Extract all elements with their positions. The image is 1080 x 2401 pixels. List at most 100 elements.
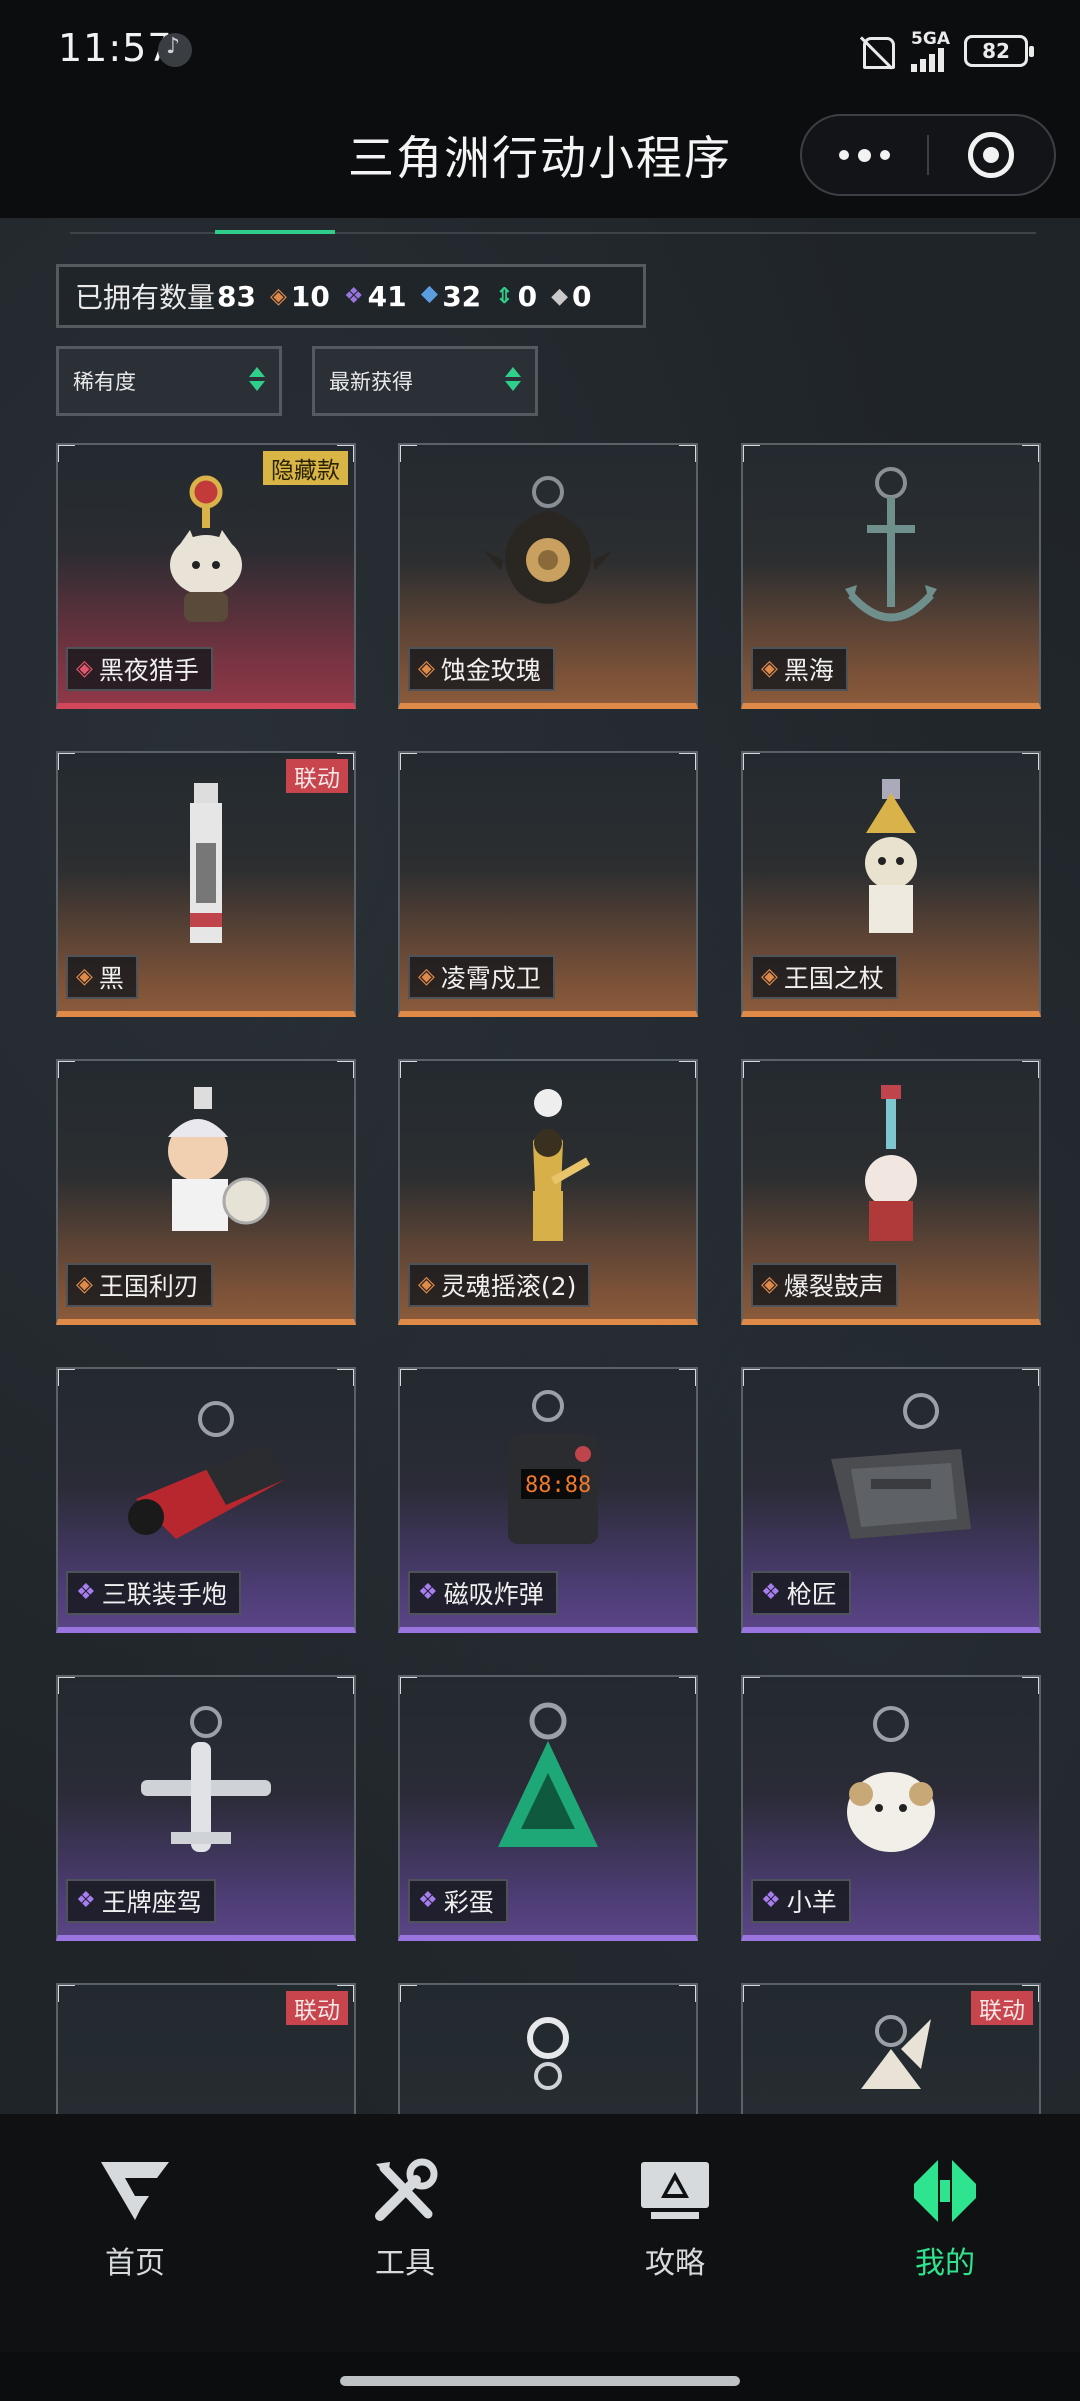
rarity-diamond-icon: ◈ <box>418 1272 435 1297</box>
owned-count: 83 <box>217 279 256 313</box>
mute-icon <box>857 33 897 69</box>
rarity-diamond-icon: ◈ <box>761 964 778 989</box>
sort-filter-label: 最新获得 <box>329 370 413 394</box>
rarity-diamond-icon: ❖ <box>418 1580 438 1605</box>
keychain-image <box>743 455 1039 655</box>
keychain-name: 灵魂摇滚(2) <box>440 1272 577 1301</box>
keychain-name: 黑夜猎手 <box>98 656 199 685</box>
keychain-card[interactable]: ❖ 王牌座驾 <box>56 1675 356 1941</box>
battery-level: 82 <box>982 39 1010 63</box>
battery-icon: 82 <box>964 35 1034 67</box>
keychain-name-label: ◈ 爆裂鼓声 <box>751 1263 898 1307</box>
network-type: 5GA <box>911 29 950 49</box>
gray-diamond-icon: ◆ <box>551 283 568 309</box>
keychain-card[interactable]: ❖ 三联装手炮 <box>56 1367 356 1633</box>
keychain-card[interactable]: ❖ 小羊 <box>741 1675 1041 1941</box>
profile-logo-icon <box>914 2160 976 2222</box>
rarity-diamond-icon: ◈ <box>761 656 778 681</box>
keychain-image <box>58 763 354 963</box>
keychain-name-label: ❖ 彩蛋 <box>408 1879 508 1923</box>
nav-guide-label: 攻略 <box>645 2246 705 2281</box>
keychain-image <box>400 1999 696 2114</box>
keychain-card[interactable]: ◈ 灵魂摇滚(2) <box>398 1059 698 1325</box>
collab-badge: 联动 <box>286 1991 348 2025</box>
status-indicators: 5GA 82 <box>857 30 1034 72</box>
stat-orange: ◈ 10 <box>269 279 330 313</box>
rarity-filter[interactable]: 稀有度 <box>56 346 282 416</box>
signal-icon: 5GA <box>911 30 950 72</box>
keychain-card[interactable]: ◈ 王国利刃 <box>56 1059 356 1325</box>
keychain-name-label: ◈ 蚀金玫瑰 <box>408 647 555 691</box>
collection-page[interactable]: 已拥有数量 83 ◈ 10 ❖ 41 ⯁ 32 ⇕ 0 ◆ 0 稀有度 最新获得 隐藏款 … <box>0 218 1080 2114</box>
keychain-name: 小羊 <box>786 1888 837 1917</box>
keychain-card[interactable] <box>398 1983 698 2114</box>
tab-active-indicator <box>215 230 335 234</box>
status-time: 11:57 <box>58 26 173 70</box>
keychain-name: 王牌座驾 <box>101 1888 202 1917</box>
tools-icon <box>375 2158 438 2221</box>
collab-badge: 联动 <box>286 759 348 793</box>
rarity-diamond-icon: ◈ <box>761 1272 778 1297</box>
target-icon <box>968 132 1015 178</box>
keychain-image <box>400 763 696 963</box>
keychain-card[interactable]: ◈ 爆裂鼓声 <box>741 1059 1041 1325</box>
nav-tools-label: 工具 <box>375 2246 435 2281</box>
nav-tools[interactable]: 工具 <box>305 2158 505 2298</box>
keychain-name-label: ◈ 黑海 <box>751 647 848 691</box>
rarity-diamond-icon: ◈ <box>76 1272 93 1297</box>
keychain-card[interactable]: ❖ 彩蛋 <box>398 1675 698 1941</box>
keychain-card[interactable]: ◈ 蚀金玫瑰 <box>398 443 698 709</box>
keychain-name: 爆裂鼓声 <box>783 1272 884 1301</box>
miniprogram-capsule <box>800 114 1056 196</box>
rarity-diamond-icon: ◈ <box>418 964 435 989</box>
keychain-name-label: ◈ 黑夜猎手 <box>66 647 213 691</box>
keychain-name-label: ❖ 枪匠 <box>751 1571 851 1615</box>
keychain-name: 彩蛋 <box>443 1888 494 1917</box>
keychain-card[interactable]: 联动 ◈ 黑 <box>56 751 356 1017</box>
rarity-diamond-icon: ❖ <box>76 1888 96 1913</box>
keychain-card[interactable]: 联动 <box>56 1983 356 2114</box>
collab-badge: 联动 <box>971 1991 1033 2025</box>
sort-filter[interactable]: 最新获得 <box>312 346 538 416</box>
stat-blue: ⯁ 32 <box>420 279 482 313</box>
keychain-name: 王国利刃 <box>98 1272 199 1301</box>
home-indicator[interactable] <box>340 2376 740 2386</box>
nav-guide[interactable]: 攻略 <box>575 2158 775 2298</box>
keychain-card[interactable]: 联动 <box>741 1983 1041 2114</box>
keychain-card[interactable]: 88:88 ❖ 磁吸炸弹 <box>398 1367 698 1633</box>
blue-diamond-icon: ⯁ <box>420 283 439 309</box>
keychain-card[interactable]: ◈ 凌霄戍卫 <box>398 751 698 1017</box>
keychain-card[interactable]: ◈ 黑海 <box>741 443 1041 709</box>
rarity-filter-label: 稀有度 <box>73 370 136 394</box>
keychain-image <box>58 1379 354 1579</box>
keychain-card[interactable]: ◈ 王国之杖 <box>741 751 1041 1017</box>
home-logo-icon <box>101 2162 169 2220</box>
rarity-diamond-icon: ❖ <box>76 1580 96 1605</box>
keychain-image <box>58 1687 354 1887</box>
keychain-image: 88:88 <box>400 1379 696 1579</box>
purple-diamond-icon: ❖ <box>343 283 364 309</box>
keychain-name: 三联装手炮 <box>101 1580 227 1609</box>
more-dots-icon <box>839 150 849 160</box>
rarity-diamond-icon: ❖ <box>761 1580 781 1605</box>
close-miniprogram-button[interactable] <box>929 116 1054 194</box>
status-bar: 11:57 5GA 82 <box>0 0 1080 100</box>
owned-stats: 已拥有数量 83 ◈ 10 ❖ 41 ⯁ 32 ⇕ 0 ◆ 0 <box>56 264 646 328</box>
nav-profile[interactable]: 我的 <box>845 2158 1045 2298</box>
keychain-image <box>58 455 354 655</box>
keychain-card[interactable]: 隐藏款 ◈ 黑夜猎手 <box>56 443 356 709</box>
stat-purple: ❖ 41 <box>343 279 407 313</box>
guide-monitor-icon <box>641 2162 709 2219</box>
keychain-name-label: ❖ 三联装手炮 <box>66 1571 241 1615</box>
keychain-name: 枪匠 <box>786 1580 837 1609</box>
keychain-image <box>743 1687 1039 1887</box>
more-button[interactable] <box>802 116 927 194</box>
keychain-image <box>743 1071 1039 1271</box>
rarity-diamond-icon: ◈ <box>76 964 93 989</box>
keychain-image <box>743 1379 1039 1579</box>
orange-diamond-icon: ◈ <box>269 283 287 309</box>
svg-text:88:88: 88:88 <box>525 1473 591 1498</box>
keychain-card[interactable]: ❖ 枪匠 <box>741 1367 1041 1633</box>
nav-home[interactable]: 首页 <box>35 2158 235 2298</box>
sort-arrows-icon <box>249 367 265 391</box>
